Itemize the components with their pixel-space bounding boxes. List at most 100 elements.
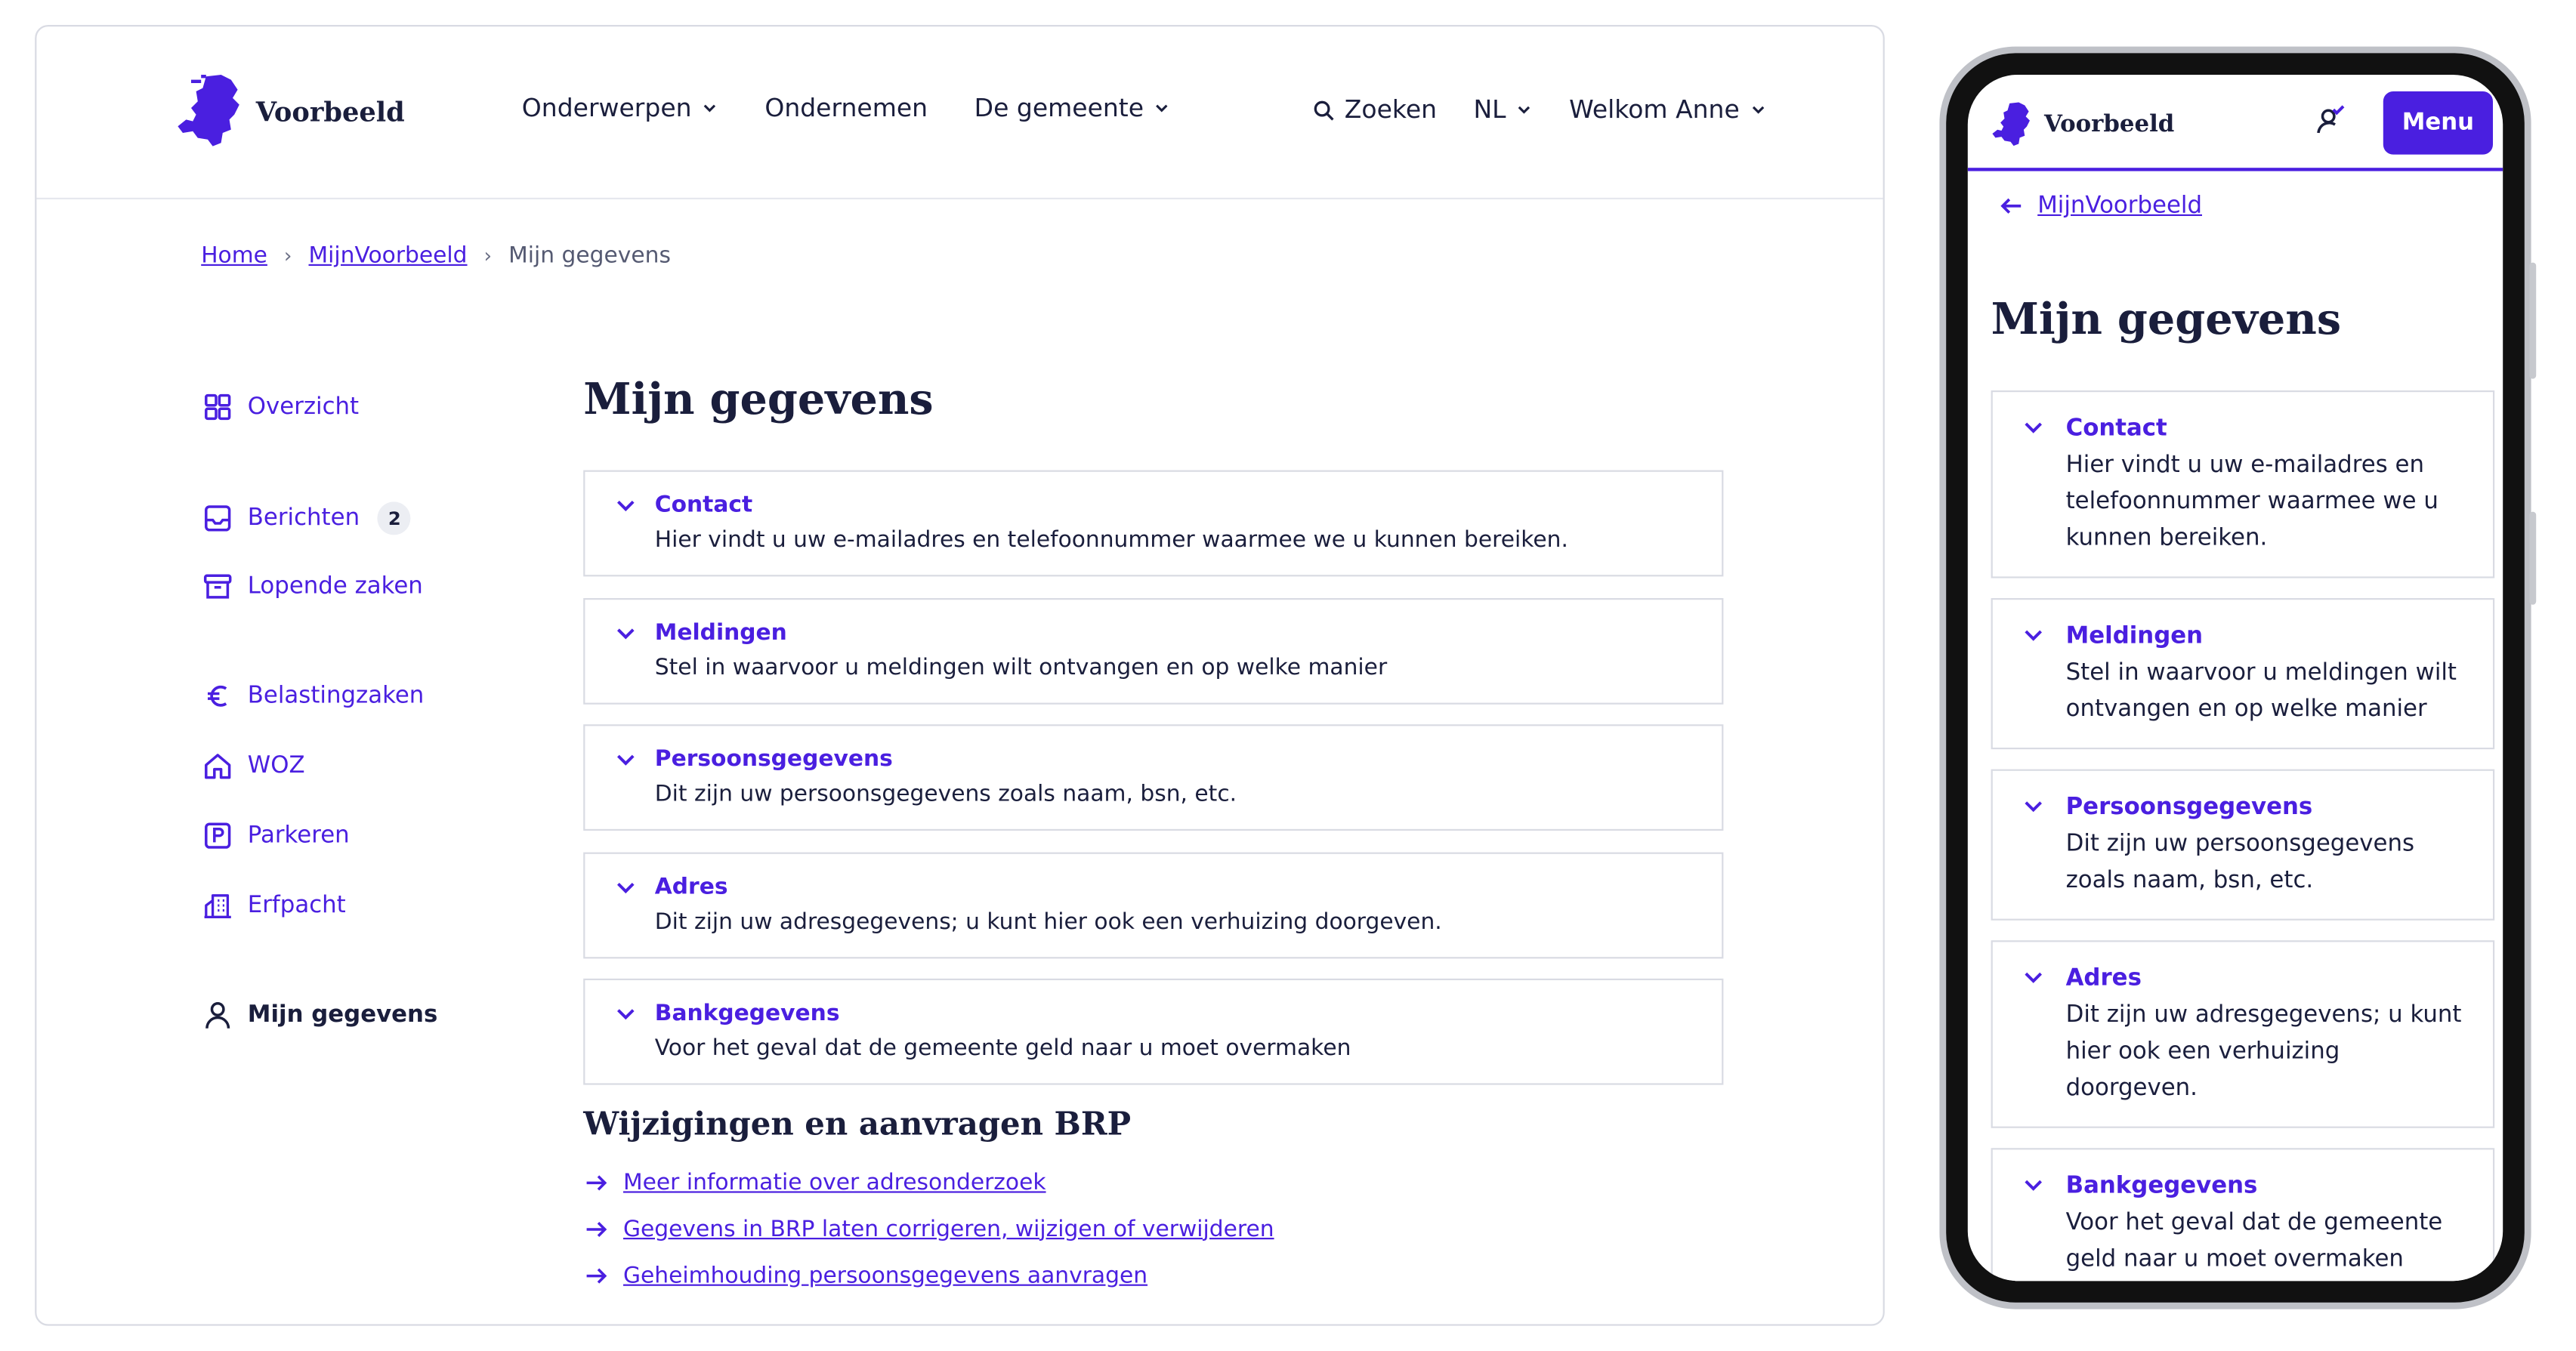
chevron-down-icon [1156,104,1168,113]
sidebar-item-label: Belastingzaken [247,683,425,710]
page-title: Mijn gegevens [1991,295,2342,346]
chevron-down-icon [616,628,635,639]
chevron-down-icon [1752,106,1764,114]
site-logo[interactable]: Voorbeeld [176,73,405,150]
grid-icon [205,393,231,421]
search-button[interactable]: Zoeken [1313,94,1437,125]
nav-de-gemeente[interactable]: De gemeente [974,93,1171,123]
chevron-right-icon: › [283,244,292,268]
house-icon [205,754,231,779]
accordion-description: Dit zijn uw persoonsgegevens zoals naam,… [2065,831,2415,894]
arrow-right-icon [586,1267,607,1283]
user-menu[interactable]: Welkom Anne [1569,94,1766,125]
accordion-adres[interactable]: Adres Dit zijn uw adresgegevens; u kunt … [1991,940,2495,1128]
accordion-description: Hier vindt u uw e-mailadres en telefoonn… [654,526,1568,554]
chevron-down-icon [2025,1180,2043,1191]
sidebar-item-label: Parkeren [247,822,350,850]
chevron-down-icon [1518,106,1530,114]
sidebar-item-overzicht[interactable]: Overzicht [202,392,359,422]
site-logo[interactable]: Voorbeeld [1991,101,2175,148]
accordion-adres[interactable]: Adres Dit zijn uw adresgegevens; u kunt … [583,851,1724,958]
sidebar-item-erfpacht[interactable]: Erfpacht [202,890,346,921]
mobile-device-frame: Voorbeeld Menu MijnVoorbeeld Mijn gegeve… [1939,46,2537,1309]
accordion-contact[interactable]: Contact Hier vindt u uw e-mailadres en t… [1991,390,2495,578]
accordion-title: Persoonsgegevens [654,745,893,773]
accordion-description: Voor het geval dat de gemeente geld naar… [2065,1209,2443,1273]
sidebar-item-label: Erfpacht [247,892,346,919]
nav-onderwerpen-label: Onderwerpen [521,93,692,123]
link-geheimhouding[interactable]: Geheimhouding persoonsgegevens aanvragen [623,1262,1147,1288]
accordion-description: Dit zijn uw persoonsgegevens zoals naam,… [654,781,1237,808]
accordion-persoonsgegevens[interactable]: Persoonsgegevens Dit zijn uw persoonsgeg… [583,724,1724,831]
brp-section-title: Wijzigingen en aanvragen BRP [583,1106,1132,1143]
accordion-description: Voor het geval dat de gemeente geld naar… [654,1035,1351,1062]
mobile-main-content: Mijn gegevens Contact Hier vindt u uw e-… [1991,291,2495,1282]
arrow-right-icon [586,1220,607,1236]
accordion-meldingen[interactable]: Meldingen Stel in waarvoor u meldingen w… [583,597,1724,704]
sidebar-item-belastingzaken[interactable]: Belastingzaken [202,681,424,711]
sidebar-item-woz[interactable]: WOZ [202,751,305,781]
sidebar-item-label: Overzicht [247,393,360,421]
accordion-bankgegevens[interactable]: Bankgegevens Voor het geval dat de gemee… [583,978,1724,1085]
accordion-persoonsgegevens[interactable]: Persoonsgegevens Dit zijn uw persoonsgeg… [1991,769,2495,921]
archive-box-icon [203,574,232,599]
nav-ondernemen[interactable]: Ondernemen [764,93,928,123]
breadcrumb: Home › MijnVoorbeeld › Mijn gegevens [201,242,671,269]
unread-count-badge: 2 [378,501,412,535]
utility-navigation: Zoeken NL Welkom Anne [1313,94,1802,125]
chevron-down-icon [2025,422,2043,433]
parking-icon [205,822,231,849]
chevron-down-icon [616,754,635,766]
logo-text: Voorbeeld [2044,111,2175,138]
brp-link-row: Meer informatie over adresonderzoek [583,1159,1723,1206]
nav-onderwerpen[interactable]: Onderwerpen [522,93,718,123]
accordion-title: Adres [2065,965,2142,992]
link-brp-corrigeren[interactable]: Gegevens in BRP laten corrigeren, wijzig… [623,1215,1274,1242]
user-icon [205,1002,230,1029]
arrow-right-icon [586,1174,607,1190]
sidebar-item-mijn-gegevens[interactable]: Mijn gegevens [202,1000,437,1030]
accordion-title: Bankgegevens [2065,1173,2258,1200]
breadcrumb-mijnvoorbeeld[interactable]: MijnVoorbeeld [309,242,468,269]
brp-link-row: Geheimhouding persoonsgegevens aanvragen [583,1252,1723,1299]
site-header: Voorbeeld Onderwerpen Ondernemen De geme… [36,26,1883,200]
chevron-down-icon [616,500,635,512]
sidebar-item-lopende-zaken[interactable]: Lopende zaken [202,572,423,602]
sidebar-item-label: WOZ [247,752,305,779]
accordion-title: Contact [654,492,753,519]
euro-icon [207,685,227,707]
chevron-down-icon [2025,972,2043,983]
accordion-title: Contact [2065,415,2167,443]
mobile-view: Voorbeeld Menu MijnVoorbeeld Mijn gegeve… [1967,75,2503,1282]
language-selector[interactable]: NL [1473,94,1532,125]
sidebar-item-parkeren[interactable]: Parkeren [202,821,350,851]
nav-ondernemen-label: Ondernemen [764,93,928,123]
accordion-bankgegevens[interactable]: Bankgegevens Voor het geval dat de gemee… [1991,1148,2495,1282]
logo-text: Voorbeeld [255,95,405,128]
chevron-down-icon [2025,630,2043,641]
page-title: Mijn gegevens [583,375,934,426]
accordion-title: Meldingen [2065,623,2204,650]
user-check-icon[interactable] [2313,105,2346,138]
back-link[interactable]: MijnVoorbeeld [1997,193,2202,219]
chevron-right-icon: › [483,244,493,268]
sidebar-item-label: Mijn gegevens [247,1001,438,1029]
chevron-down-icon [704,104,716,113]
accordion-title: Adres [654,873,728,900]
menu-button[interactable]: Menu [2383,91,2493,155]
accordion-description: Dit zijn uw adresgegevens; u kunt hier o… [654,908,1442,935]
main-content: Mijn gegevens Contact Hier vindt u uw e-… [583,371,1724,1299]
user-welcome-label: Welkom Anne [1569,94,1740,125]
sidebar-item-label: Berichten [247,504,360,532]
mobile-header: Voorbeeld Menu [1967,75,2503,171]
chevron-down-icon [616,881,635,893]
netherlands-map-icon [178,75,239,147]
arrow-left-icon [2000,198,2022,214]
inbox-icon [205,505,231,532]
accordion-contact[interactable]: Contact Hier vindt u uw e-mailadres en t… [583,470,1724,577]
link-adresonderzoek[interactable]: Meer informatie over adresonderzoek [623,1169,1046,1195]
accordion-meldingen[interactable]: Meldingen Stel in waarvoor u meldingen w… [1991,598,2495,750]
phone-bezel: Voorbeeld Menu MijnVoorbeeld Mijn gegeve… [1946,53,2525,1303]
sidebar-item-berichten[interactable]: Berichten 2 [202,501,412,535]
breadcrumb-home[interactable]: Home [201,242,267,269]
